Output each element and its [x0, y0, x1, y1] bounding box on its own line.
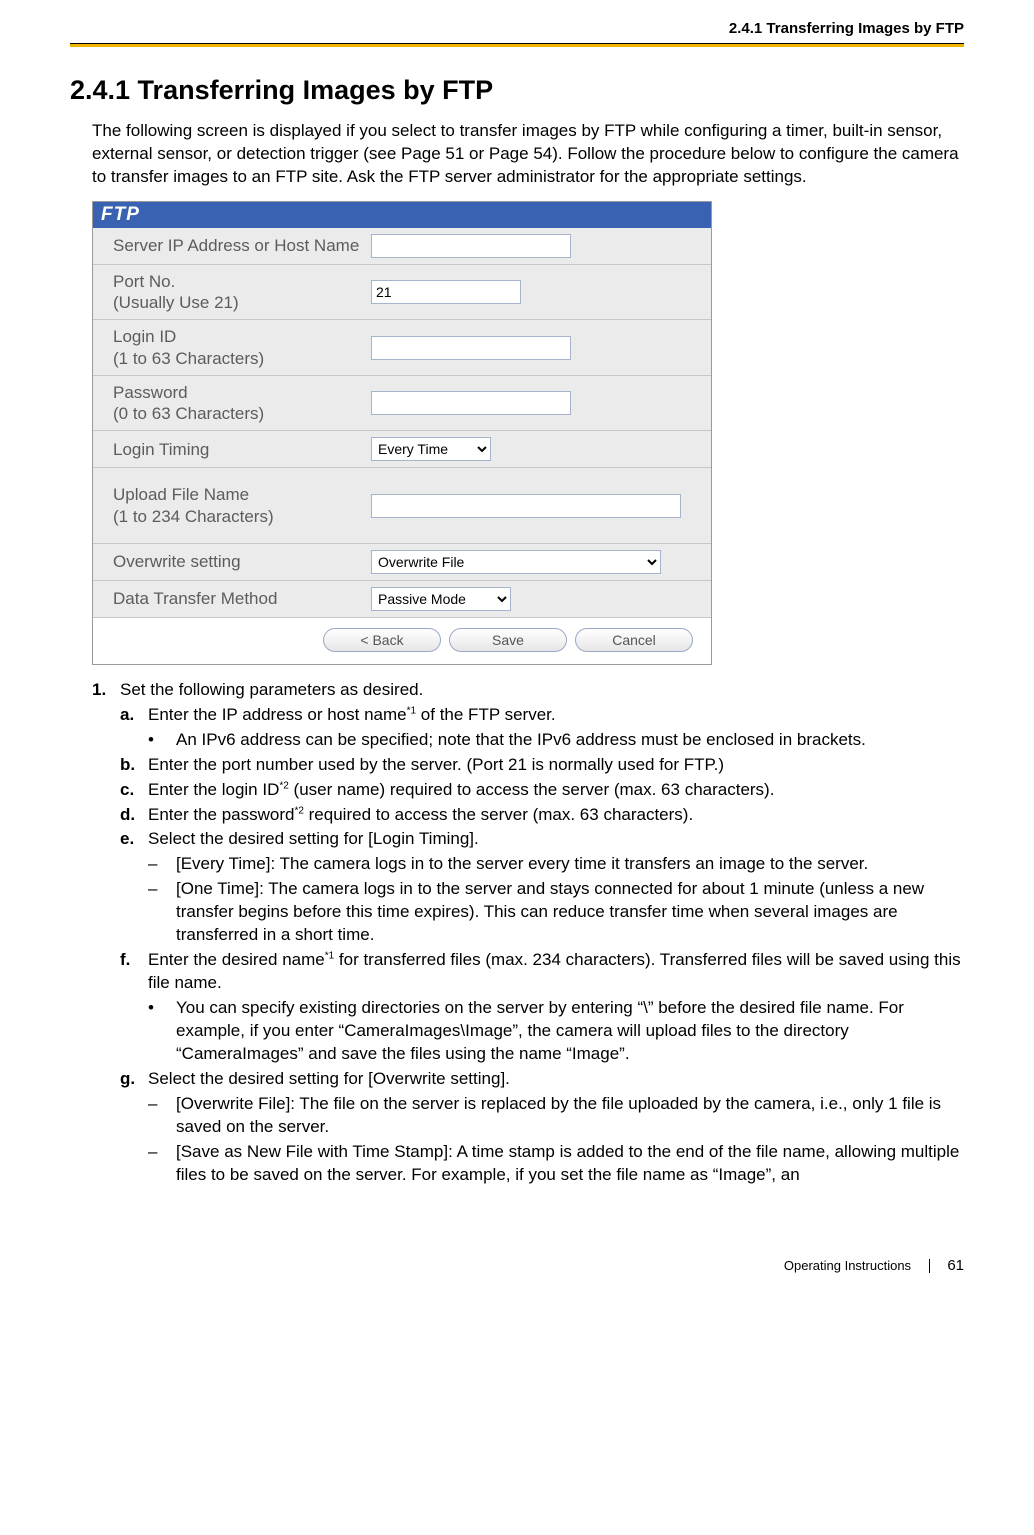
- label-port: Port No. (Usually Use 21): [113, 271, 371, 314]
- input-port[interactable]: [371, 280, 521, 304]
- row-server: Server IP Address or Host Name: [93, 228, 711, 265]
- bullet-icon: •: [148, 997, 176, 1066]
- dash-icon: –: [148, 1093, 176, 1139]
- step-b-text: Enter the port number used by the server…: [148, 754, 724, 777]
- input-server[interactable]: [371, 234, 571, 258]
- instructions: 1. Set the following parameters as desir…: [92, 679, 964, 1187]
- step-g-dash1: [Overwrite File]: The file on the server…: [176, 1093, 964, 1139]
- back-button[interactable]: < Back: [323, 628, 441, 652]
- step-e-dash1: [Every Time]: The camera logs in to the …: [176, 853, 868, 876]
- running-header: 2.4.1 Transferring Images by FTP: [70, 20, 964, 43]
- save-button[interactable]: Save: [449, 628, 567, 652]
- label-password: Password (0 to 63 Characters): [113, 382, 371, 425]
- page-footer: Operating Instructions 61: [70, 1257, 964, 1274]
- ftp-panel: FTP Server IP Address or Host Name Port …: [92, 201, 712, 665]
- marker-a: a.: [120, 704, 148, 727]
- bullet-icon: •: [148, 729, 176, 752]
- row-filename: Upload File Name (1 to 234 Characters): [93, 468, 711, 544]
- label-timing: Login Timing: [113, 439, 371, 460]
- step-e-text: Select the desired setting for [Login Ti…: [148, 828, 479, 851]
- label-filename: Upload File Name (1 to 234 Characters): [113, 484, 371, 527]
- marker-g: g.: [120, 1068, 148, 1091]
- step-1-text: Set the following parameters as desired.: [120, 679, 423, 702]
- select-method[interactable]: Passive Mode: [371, 587, 511, 611]
- marker-c: c.: [120, 779, 148, 802]
- dash-icon: –: [148, 1141, 176, 1187]
- section-title: 2.4.1 Transferring Images by FTP: [70, 75, 964, 106]
- header-rule: [70, 43, 964, 47]
- step-g-dash2: [Save as New File with Time Stamp]: A ti…: [176, 1141, 964, 1187]
- row-overwrite: Overwrite setting Overwrite File: [93, 544, 711, 581]
- step-f-text: Enter the desired name*1 for transferred…: [148, 949, 964, 995]
- cancel-button[interactable]: Cancel: [575, 628, 693, 652]
- row-method: Data Transfer Method Passive Mode: [93, 581, 711, 618]
- step-d-text: Enter the password*2 required to access …: [148, 804, 693, 827]
- input-filename[interactable]: [371, 494, 681, 518]
- row-password: Password (0 to 63 Characters): [93, 376, 711, 432]
- step-a-bullet: An IPv6 address can be specified; note t…: [176, 729, 866, 752]
- footer-doc-title: Operating Instructions: [784, 1258, 911, 1273]
- label-overwrite: Overwrite setting: [113, 551, 371, 572]
- input-password[interactable]: [371, 391, 571, 415]
- step-e-dash2: [One Time]: The camera logs in to the se…: [176, 878, 964, 947]
- step-a-text: Enter the IP address or host name*1 of t…: [148, 704, 556, 727]
- select-overwrite[interactable]: Overwrite File: [371, 550, 661, 574]
- select-timing[interactable]: Every Time: [371, 437, 491, 461]
- footer-divider: [929, 1259, 930, 1273]
- marker-b: b.: [120, 754, 148, 777]
- page-number: 61: [947, 1257, 964, 1274]
- step-c-text: Enter the login ID*2 (user name) require…: [148, 779, 774, 802]
- input-login[interactable]: [371, 336, 571, 360]
- marker-d: d.: [120, 804, 148, 827]
- row-timing: Login Timing Every Time: [93, 431, 711, 468]
- label-login: Login ID (1 to 63 Characters): [113, 326, 371, 369]
- intro-paragraph: The following screen is displayed if you…: [92, 120, 964, 189]
- ftp-button-row: < Back Save Cancel: [93, 618, 711, 664]
- marker-e: e.: [120, 828, 148, 851]
- label-method: Data Transfer Method: [113, 588, 371, 609]
- marker-1: 1.: [92, 679, 120, 702]
- label-server: Server IP Address or Host Name: [113, 235, 371, 256]
- row-login: Login ID (1 to 63 Characters): [93, 320, 711, 376]
- dash-icon: –: [148, 853, 176, 876]
- marker-f: f.: [120, 949, 148, 995]
- step-g-text: Select the desired setting for [Overwrit…: [148, 1068, 510, 1091]
- row-port: Port No. (Usually Use 21): [93, 265, 711, 321]
- dash-icon: –: [148, 878, 176, 947]
- step-f-bullet: You can specify existing directories on …: [176, 997, 964, 1066]
- ftp-panel-title: FTP: [93, 202, 711, 228]
